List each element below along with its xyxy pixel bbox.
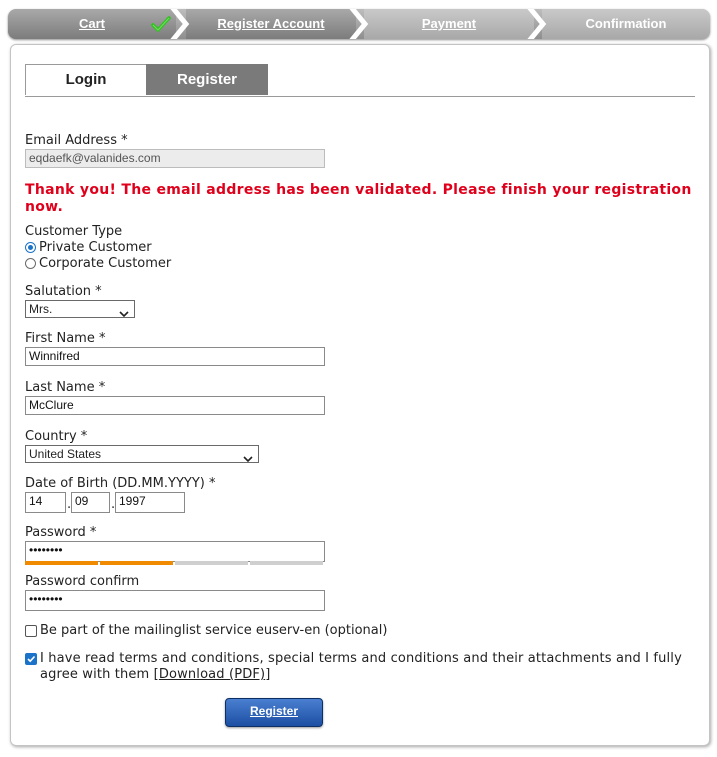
dob-label: Date of Birth (DD.MM.YYYY) * xyxy=(25,476,216,491)
email-field[interactable]: eqdaefk@valanides.com xyxy=(25,149,325,168)
email-label: Email Address * xyxy=(25,133,128,148)
country-select[interactable]: United States xyxy=(25,445,259,463)
step-cart[interactable]: Cart xyxy=(8,9,176,39)
terms-label: I have read terms and conditions, specia… xyxy=(40,651,682,682)
terms-download-link[interactable]: Download (PDF) xyxy=(159,667,265,682)
mailinglist-checkbox[interactable] xyxy=(25,625,37,637)
salutation-select[interactable]: Mrs. xyxy=(25,300,135,318)
dob-day-field[interactable]: 14 xyxy=(25,492,66,513)
checkmark-icon xyxy=(27,655,36,663)
step-register-account-link[interactable]: Register Account xyxy=(217,16,324,31)
register-panel: Login Register Email Address * eqdaefk@v… xyxy=(10,44,710,746)
password-field[interactable]: •••••••• xyxy=(25,541,325,562)
strength-segment xyxy=(250,561,323,565)
salutation-label: Salutation * xyxy=(25,284,102,299)
tab-login[interactable]: Login xyxy=(25,64,147,95)
customer-type-label: Customer Type xyxy=(25,224,123,239)
dob-month-field[interactable]: 09 xyxy=(71,492,110,513)
last-name-label: Last Name * xyxy=(25,380,106,395)
step-confirmation-label: Confirmation xyxy=(585,16,667,31)
step-separator xyxy=(527,9,547,39)
terms-option[interactable]: I have read terms and conditions, specia… xyxy=(25,651,695,683)
auth-tabs: Login Register xyxy=(25,64,695,97)
terms-end: ] xyxy=(265,667,271,682)
first-name-field[interactable]: Winnifred xyxy=(25,347,325,366)
first-name-label: First Name * xyxy=(25,331,106,346)
radio-private-customer[interactable]: Private Customer xyxy=(25,240,152,255)
step-register-account[interactable]: Register Account xyxy=(186,9,356,39)
register-button[interactable]: Register xyxy=(225,698,323,727)
step-confirmation: Confirmation xyxy=(542,9,710,39)
radio-label: Corporate Customer xyxy=(39,256,172,271)
chevron-down-icon xyxy=(119,306,129,322)
step-payment[interactable]: Payment xyxy=(364,9,534,39)
step-separator xyxy=(170,9,190,39)
terms-text: I have read terms and conditions, specia… xyxy=(40,651,695,683)
step-cart-link[interactable]: Cart xyxy=(79,16,105,31)
radio-button[interactable] xyxy=(25,258,36,269)
step-separator xyxy=(349,9,369,39)
chevron-down-icon xyxy=(243,451,253,467)
step-payment-link[interactable]: Payment xyxy=(422,16,476,31)
country-label: Country * xyxy=(25,429,88,444)
radio-corporate-customer[interactable]: Corporate Customer xyxy=(25,256,171,271)
country-value: United States xyxy=(29,447,102,461)
mailinglist-label: Be part of the mailinglist service euser… xyxy=(40,623,388,638)
mailinglist-option[interactable]: Be part of the mailinglist service euser… xyxy=(25,623,387,638)
last-name-field[interactable]: McClure xyxy=(25,396,325,415)
dob-year-field[interactable]: 1997 xyxy=(115,492,185,513)
salutation-value: Mrs. xyxy=(29,302,53,316)
radio-label: Private Customer xyxy=(39,240,152,255)
password-confirm-field[interactable]: •••••••• xyxy=(25,590,325,611)
tab-register[interactable]: Register xyxy=(146,64,268,95)
password-label: Password * xyxy=(25,525,97,540)
password-confirm-label: Password confirm xyxy=(25,574,140,589)
validation-notice: Thank you! The email address has been va… xyxy=(25,182,692,215)
radio-button[interactable] xyxy=(25,242,36,253)
strength-segment xyxy=(175,561,248,565)
strength-segment xyxy=(25,561,98,565)
password-strength-meter xyxy=(25,561,325,565)
checkout-steps: Cart Register Account Payment Confirmati… xyxy=(8,9,710,39)
strength-segment xyxy=(100,561,173,565)
terms-checkbox[interactable] xyxy=(25,653,37,665)
